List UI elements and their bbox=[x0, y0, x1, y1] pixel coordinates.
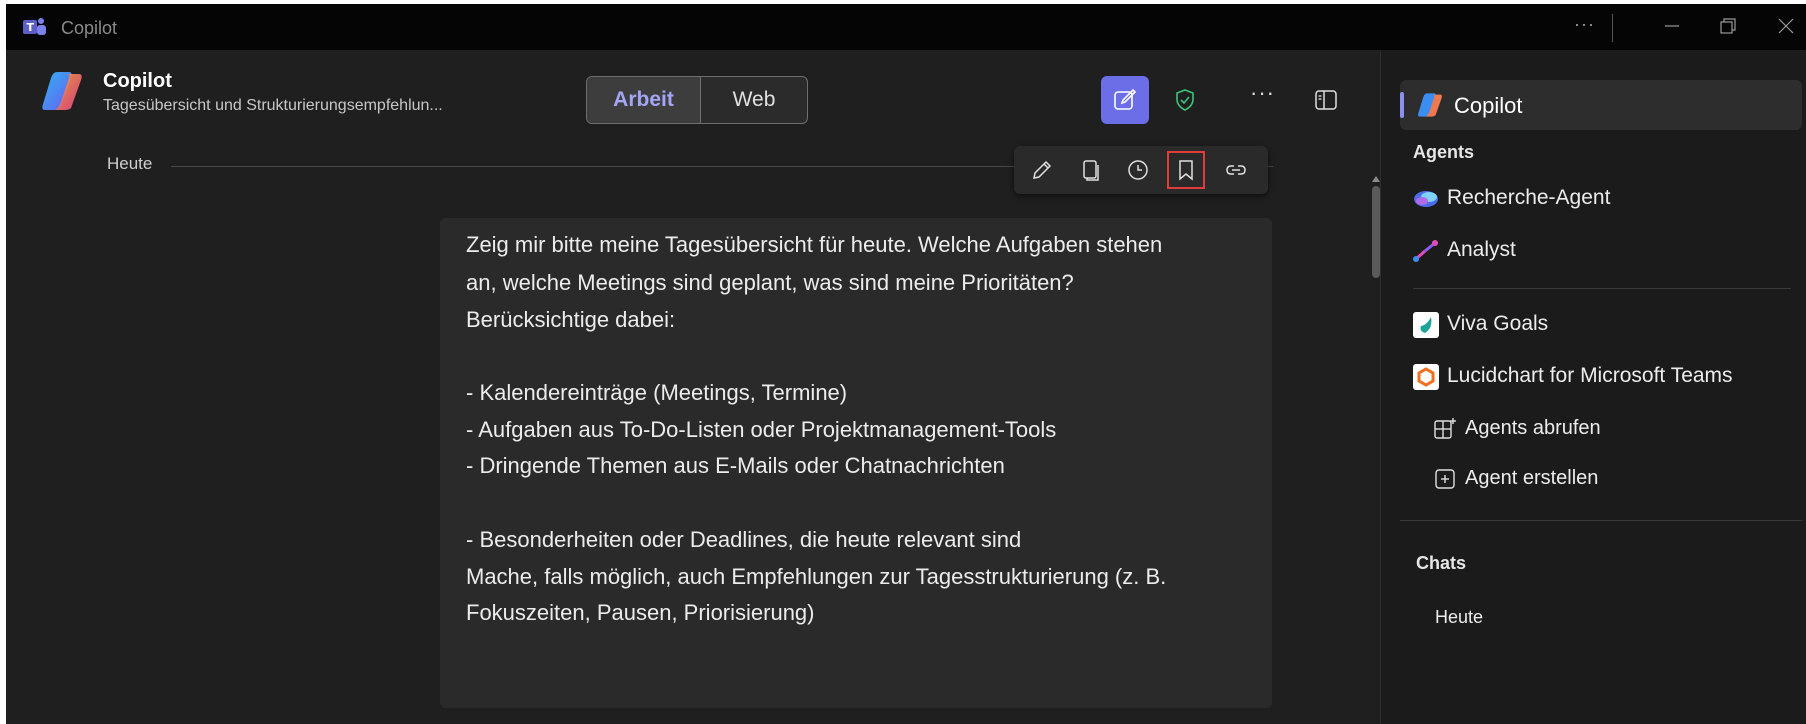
message-line: - Besonderheiten oder Deadlines, die heu… bbox=[466, 527, 1022, 552]
window-title: Copilot bbox=[61, 18, 118, 38]
get-agents-icon bbox=[1433, 417, 1457, 446]
svg-text:T: T bbox=[27, 21, 35, 34]
new-chat-button[interactable] bbox=[1101, 76, 1149, 124]
message-actions-toolbar bbox=[1014, 146, 1268, 194]
chat-title: Copilot bbox=[103, 70, 172, 92]
message-line: - Kalendereinträge (Meetings, Termine) bbox=[466, 380, 848, 405]
research-agent-icon bbox=[1413, 187, 1439, 216]
chats-group-label: Heute bbox=[1435, 607, 1484, 627]
chat-more-icon[interactable]: ··· bbox=[1250, 80, 1275, 106]
sidebar-item-label: Copilot bbox=[1454, 93, 1523, 118]
message-line: - Dringende Themen aus E-Mails oder Chat… bbox=[466, 453, 1005, 478]
work-web-toggle: Arbeit Web bbox=[586, 76, 808, 124]
teams-logo-icon: T bbox=[23, 16, 47, 43]
user-message-bubble: Zeig mir bitte meine Tagesübersicht für … bbox=[440, 218, 1272, 708]
title-bar: T Copilot ··· bbox=[6, 4, 1806, 50]
sidebar-divider bbox=[1413, 288, 1791, 289]
scrollbar-thumb[interactable] bbox=[1372, 186, 1380, 278]
side-panel-icon[interactable] bbox=[1314, 88, 1338, 117]
message-line: Berücksichtige dabei: bbox=[466, 307, 676, 332]
copy-icon[interactable] bbox=[1074, 154, 1106, 186]
create-agent-button[interactable]: Agent erstellen bbox=[1465, 467, 1598, 490]
chat-subtitle: Tagesübersicht und Strukturierungsempfeh… bbox=[103, 97, 443, 114]
agents-heading: Agents bbox=[1413, 142, 1475, 162]
bookmark-icon[interactable] bbox=[1167, 151, 1205, 189]
lucidchart-icon bbox=[1413, 364, 1439, 395]
minimize-icon[interactable] bbox=[1662, 16, 1682, 41]
window-more-icon[interactable]: ··· bbox=[1574, 14, 1595, 35]
toggle-web[interactable]: Web bbox=[701, 77, 807, 123]
teams-window: T Copilot ··· Copilot Tagesübersicht und… bbox=[6, 4, 1806, 724]
chats-heading: Chats bbox=[1416, 553, 1467, 573]
chat-pane: Copilot Tagesübersicht und Strukturierun… bbox=[6, 50, 1380, 724]
sidebar-item-lucidchart[interactable]: Lucidchart for Microsoft Teams bbox=[1447, 364, 1733, 388]
message-line: - Aufgaben aus To-Do-Listen oder Projekt… bbox=[466, 417, 1057, 442]
shield-check-icon[interactable] bbox=[1173, 88, 1197, 117]
close-icon[interactable] bbox=[1776, 16, 1796, 41]
history-icon[interactable] bbox=[1122, 154, 1154, 186]
message-line: Zeig mir bitte meine Tagesübersicht für … bbox=[466, 232, 1163, 257]
sidebar-item-copilot[interactable]: Copilot bbox=[1400, 80, 1802, 130]
right-sidebar: Copilot Agents Recherche-Agent Analyst V… bbox=[1380, 50, 1806, 724]
sidebar-item-recherche-agent[interactable]: Recherche-Agent bbox=[1447, 186, 1610, 210]
message-line: Fokuszeiten, Pausen, Priorisierung) bbox=[466, 600, 815, 625]
link-icon[interactable] bbox=[1220, 154, 1252, 186]
message-line: Mache, falls möglich, auch Empfehlungen … bbox=[466, 564, 1167, 589]
scroll-up-arrow-icon[interactable] bbox=[1372, 176, 1380, 182]
sidebar-divider bbox=[1400, 520, 1802, 521]
message-line: an, welche Meetings sind geplant, was si… bbox=[466, 270, 1074, 295]
viva-goals-icon bbox=[1413, 312, 1439, 343]
get-agents-button[interactable]: Agents abrufen bbox=[1465, 417, 1601, 440]
selection-indicator bbox=[1400, 92, 1404, 118]
edit-icon[interactable] bbox=[1026, 154, 1058, 186]
copilot-icon bbox=[1416, 92, 1444, 123]
analyst-icon bbox=[1413, 239, 1439, 268]
sidebar-item-viva-goals[interactable]: Viva Goals bbox=[1447, 312, 1548, 336]
compose-icon bbox=[1114, 88, 1137, 110]
add-agent-icon bbox=[1433, 467, 1457, 496]
date-divider-label: Heute bbox=[107, 154, 153, 173]
copilot-logo-icon bbox=[39, 70, 85, 117]
toggle-work[interactable]: Arbeit bbox=[587, 77, 701, 123]
sidebar-item-analyst[interactable]: Analyst bbox=[1447, 238, 1516, 262]
title-separator bbox=[1612, 14, 1613, 42]
restore-icon[interactable] bbox=[1718, 16, 1738, 41]
